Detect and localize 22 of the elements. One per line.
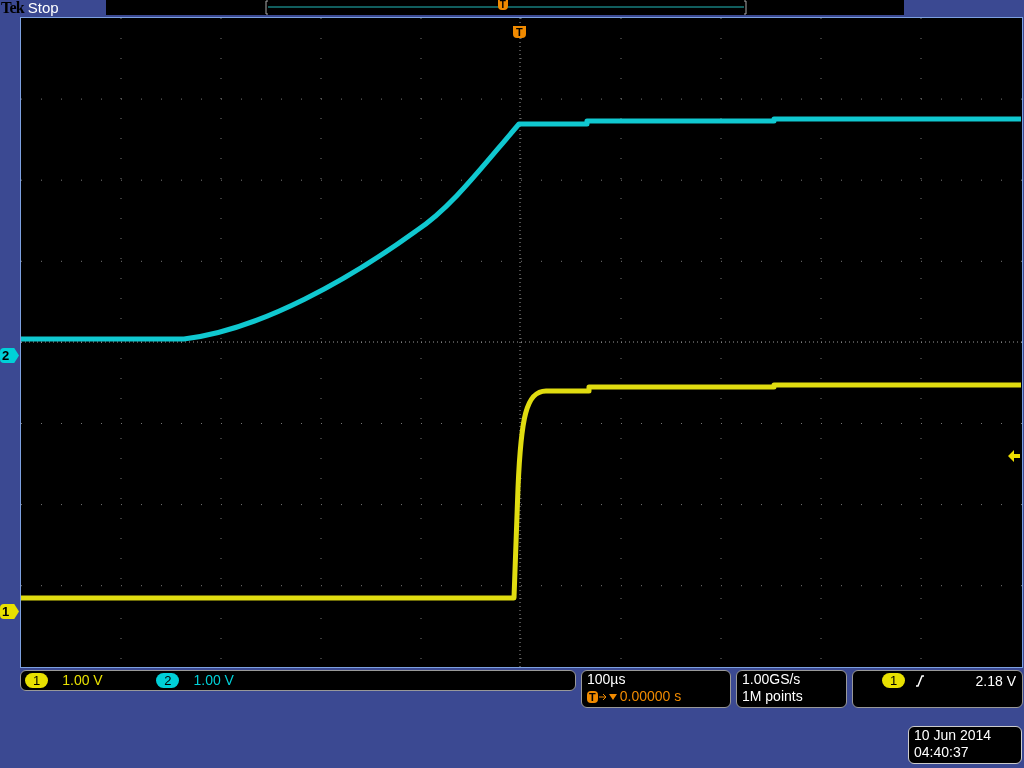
trigger-position-marker: T (497, 0, 508, 10)
trigger-position: 0.00000 s (619, 688, 682, 705)
channel-badge: 1 (25, 673, 49, 688)
channel-marker: 1 (0, 604, 19, 619)
time-scale: 100µs (587, 671, 626, 688)
brand-logo: Tek (1, 0, 24, 16)
trigger-level: 2.18 V (975, 673, 1016, 690)
trigger-icon: T (587, 690, 598, 703)
arrow-icon (597, 691, 620, 702)
rising-edge-icon (915, 675, 926, 687)
channel-scale: 1.00 V (62, 671, 104, 690)
trigger-level-arrow-icon (1008, 450, 1020, 462)
trigger-source-badge: 1 (882, 673, 906, 688)
channel-marker: 2 (0, 348, 19, 363)
date: 10 Jun 2014 (914, 727, 992, 744)
time: 04:40:37 (914, 744, 969, 761)
channel-scale: 1.00 V (193, 671, 235, 690)
trigger-marker: T (513, 26, 526, 38)
record-length: 1M points (742, 688, 803, 705)
sample-rate: 1.00GS/s (742, 671, 801, 688)
channel-badge: 2 (156, 673, 180, 688)
acquisition-status: Stop (27, 0, 60, 16)
